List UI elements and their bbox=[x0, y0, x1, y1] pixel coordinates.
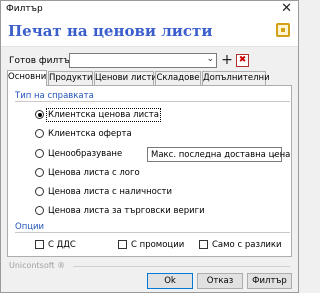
divider bbox=[15, 232, 290, 233]
divider bbox=[73, 266, 290, 267]
pricing-select[interactable]: Макс. последна доставна цена ⌄ bbox=[147, 147, 290, 162]
radio-label: Ценова листа за търговски вериги bbox=[48, 206, 205, 216]
window-title: Филтър bbox=[6, 4, 43, 14]
options-title: Опции bbox=[15, 222, 45, 232]
tab-additional[interactable]: Допълнителни bbox=[202, 71, 270, 85]
report-type-title: Тип на справката bbox=[15, 91, 94, 101]
filter-button[interactable]: Филтър bbox=[247, 273, 292, 289]
divider bbox=[15, 101, 290, 102]
radio-button[interactable] bbox=[35, 149, 44, 158]
radio-label: Ценова листа с лого bbox=[48, 168, 140, 178]
checkbox-label: Само с разлики bbox=[212, 240, 282, 250]
chevron-down-icon[interactable]: ⌄ bbox=[206, 54, 214, 64]
radio-button[interactable] bbox=[35, 187, 44, 196]
title-bar: Филтър ✕ bbox=[1, 1, 298, 19]
radio-button[interactable] bbox=[35, 206, 44, 215]
chevron-down-icon[interactable]: ⌄ bbox=[270, 149, 278, 159]
ready-filter-combo[interactable]: ⌄ bbox=[69, 53, 217, 68]
filter-dialog: Филтър ✕ Печат на ценови листи Готов фил… bbox=[0, 0, 299, 293]
radio-button[interactable] bbox=[35, 129, 44, 138]
app-icon bbox=[276, 23, 290, 37]
ok-button[interactable]: Ok bbox=[147, 273, 193, 289]
cancel-button[interactable]: Отказ bbox=[197, 273, 243, 289]
checkbox[interactable] bbox=[35, 240, 44, 249]
delete-filter-button[interactable]: ✖ bbox=[236, 54, 249, 67]
tab-products[interactable]: Продукти bbox=[48, 71, 93, 85]
header-band: Печат на ценови листи bbox=[1, 19, 298, 47]
checkbox-label: С промоции bbox=[131, 240, 185, 250]
close-icon[interactable]: ✕ bbox=[281, 2, 292, 16]
tab-warehouses[interactable]: Складове bbox=[155, 71, 201, 85]
radio-button[interactable] bbox=[35, 168, 44, 177]
add-filter-button[interactable]: + bbox=[221, 53, 233, 68]
tab-price-lists[interactable]: Ценови листи bbox=[94, 71, 157, 85]
radio-label: Клиентска оферта bbox=[48, 129, 132, 139]
checkbox[interactable] bbox=[199, 240, 208, 249]
checkbox-label: С ДДС bbox=[48, 240, 76, 250]
radio-label: Ценообразуване bbox=[48, 149, 123, 159]
radio-button[interactable] bbox=[35, 110, 44, 119]
radio-label: Ценова листа с наличности bbox=[48, 187, 173, 197]
page-title: Печат на ценови листи bbox=[8, 22, 213, 40]
tab-main[interactable]: Основни bbox=[7, 70, 47, 86]
radio-label: Клиентска ценова листа bbox=[46, 108, 161, 122]
checkbox[interactable] bbox=[118, 240, 127, 249]
vendor-label: Unicontsoft ® bbox=[9, 261, 66, 270]
